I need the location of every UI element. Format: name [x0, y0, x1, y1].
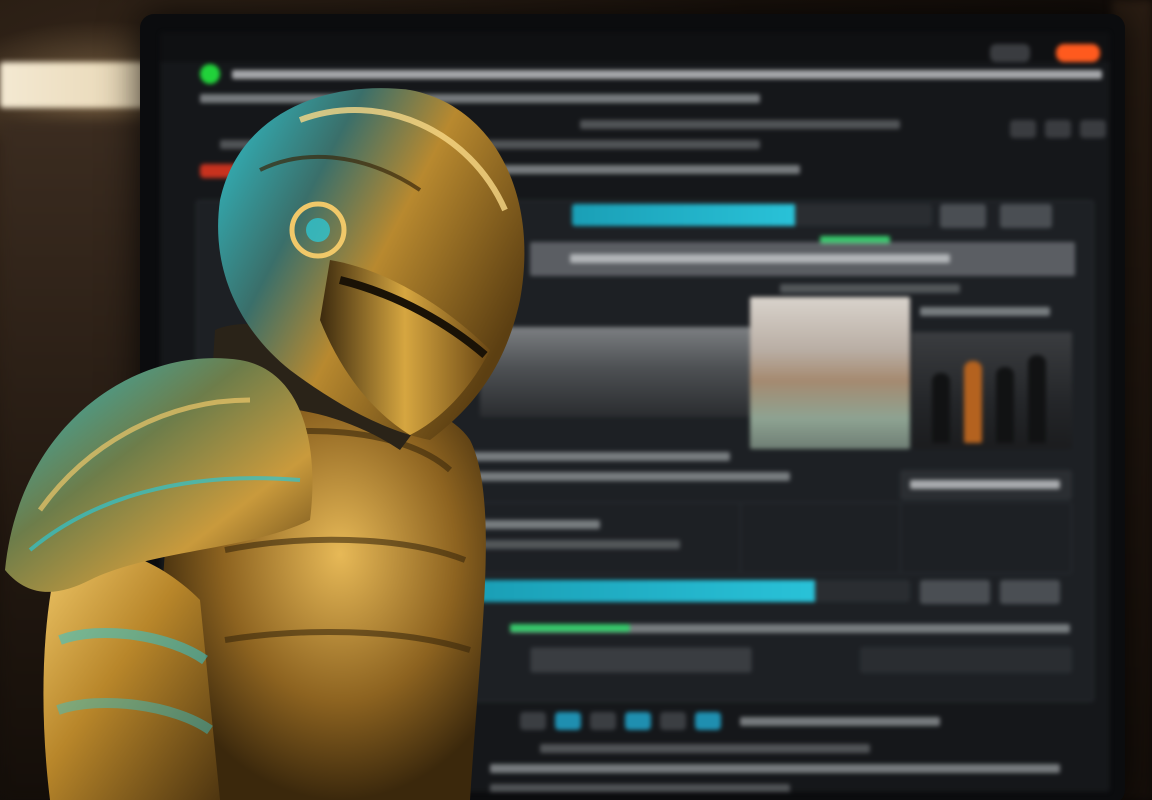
toolbar-icon: [695, 712, 721, 730]
panel-button: [1000, 204, 1052, 228]
blurred-text-line: [580, 120, 900, 129]
figure: [996, 367, 1014, 443]
figure: [932, 373, 950, 443]
blurred-text-line: [540, 744, 870, 753]
figure: [964, 361, 982, 443]
top-progress-bar: [572, 204, 932, 226]
panel-button: [1000, 580, 1060, 604]
thumbnail-people: [912, 332, 1072, 449]
info-cell: [900, 502, 1072, 574]
blurred-text-line: [740, 717, 940, 726]
blurred-text-line: [910, 480, 1060, 489]
toolbar-icon: [660, 712, 686, 730]
toolbar-icon: [1045, 120, 1071, 138]
toolbar-icon: [625, 712, 651, 730]
blurred-text-line: [920, 307, 1050, 316]
alert-badge: [1056, 44, 1100, 62]
top-progress-fill: [572, 204, 796, 226]
figure: [1028, 355, 1046, 443]
thumbnail-room: [750, 297, 910, 449]
blurred-text-line: [570, 254, 950, 263]
blurred-text-line: [232, 70, 1102, 79]
scene: [0, 0, 1152, 800]
toolbar-icon: [1010, 120, 1036, 138]
panel-button: [920, 580, 990, 604]
toolbar-icon: [1080, 120, 1106, 138]
screen-title-bar: [160, 32, 1110, 62]
info-cell: [740, 502, 902, 574]
panel-button: [940, 204, 986, 228]
window-control: [990, 44, 1030, 62]
knight-figure: [5, 88, 525, 800]
input-box: [530, 647, 752, 673]
blurred-text-line: [780, 284, 960, 293]
blurred-text-line: [490, 764, 1060, 773]
input-box: [860, 647, 1072, 673]
toolbar-icon: [590, 712, 616, 730]
